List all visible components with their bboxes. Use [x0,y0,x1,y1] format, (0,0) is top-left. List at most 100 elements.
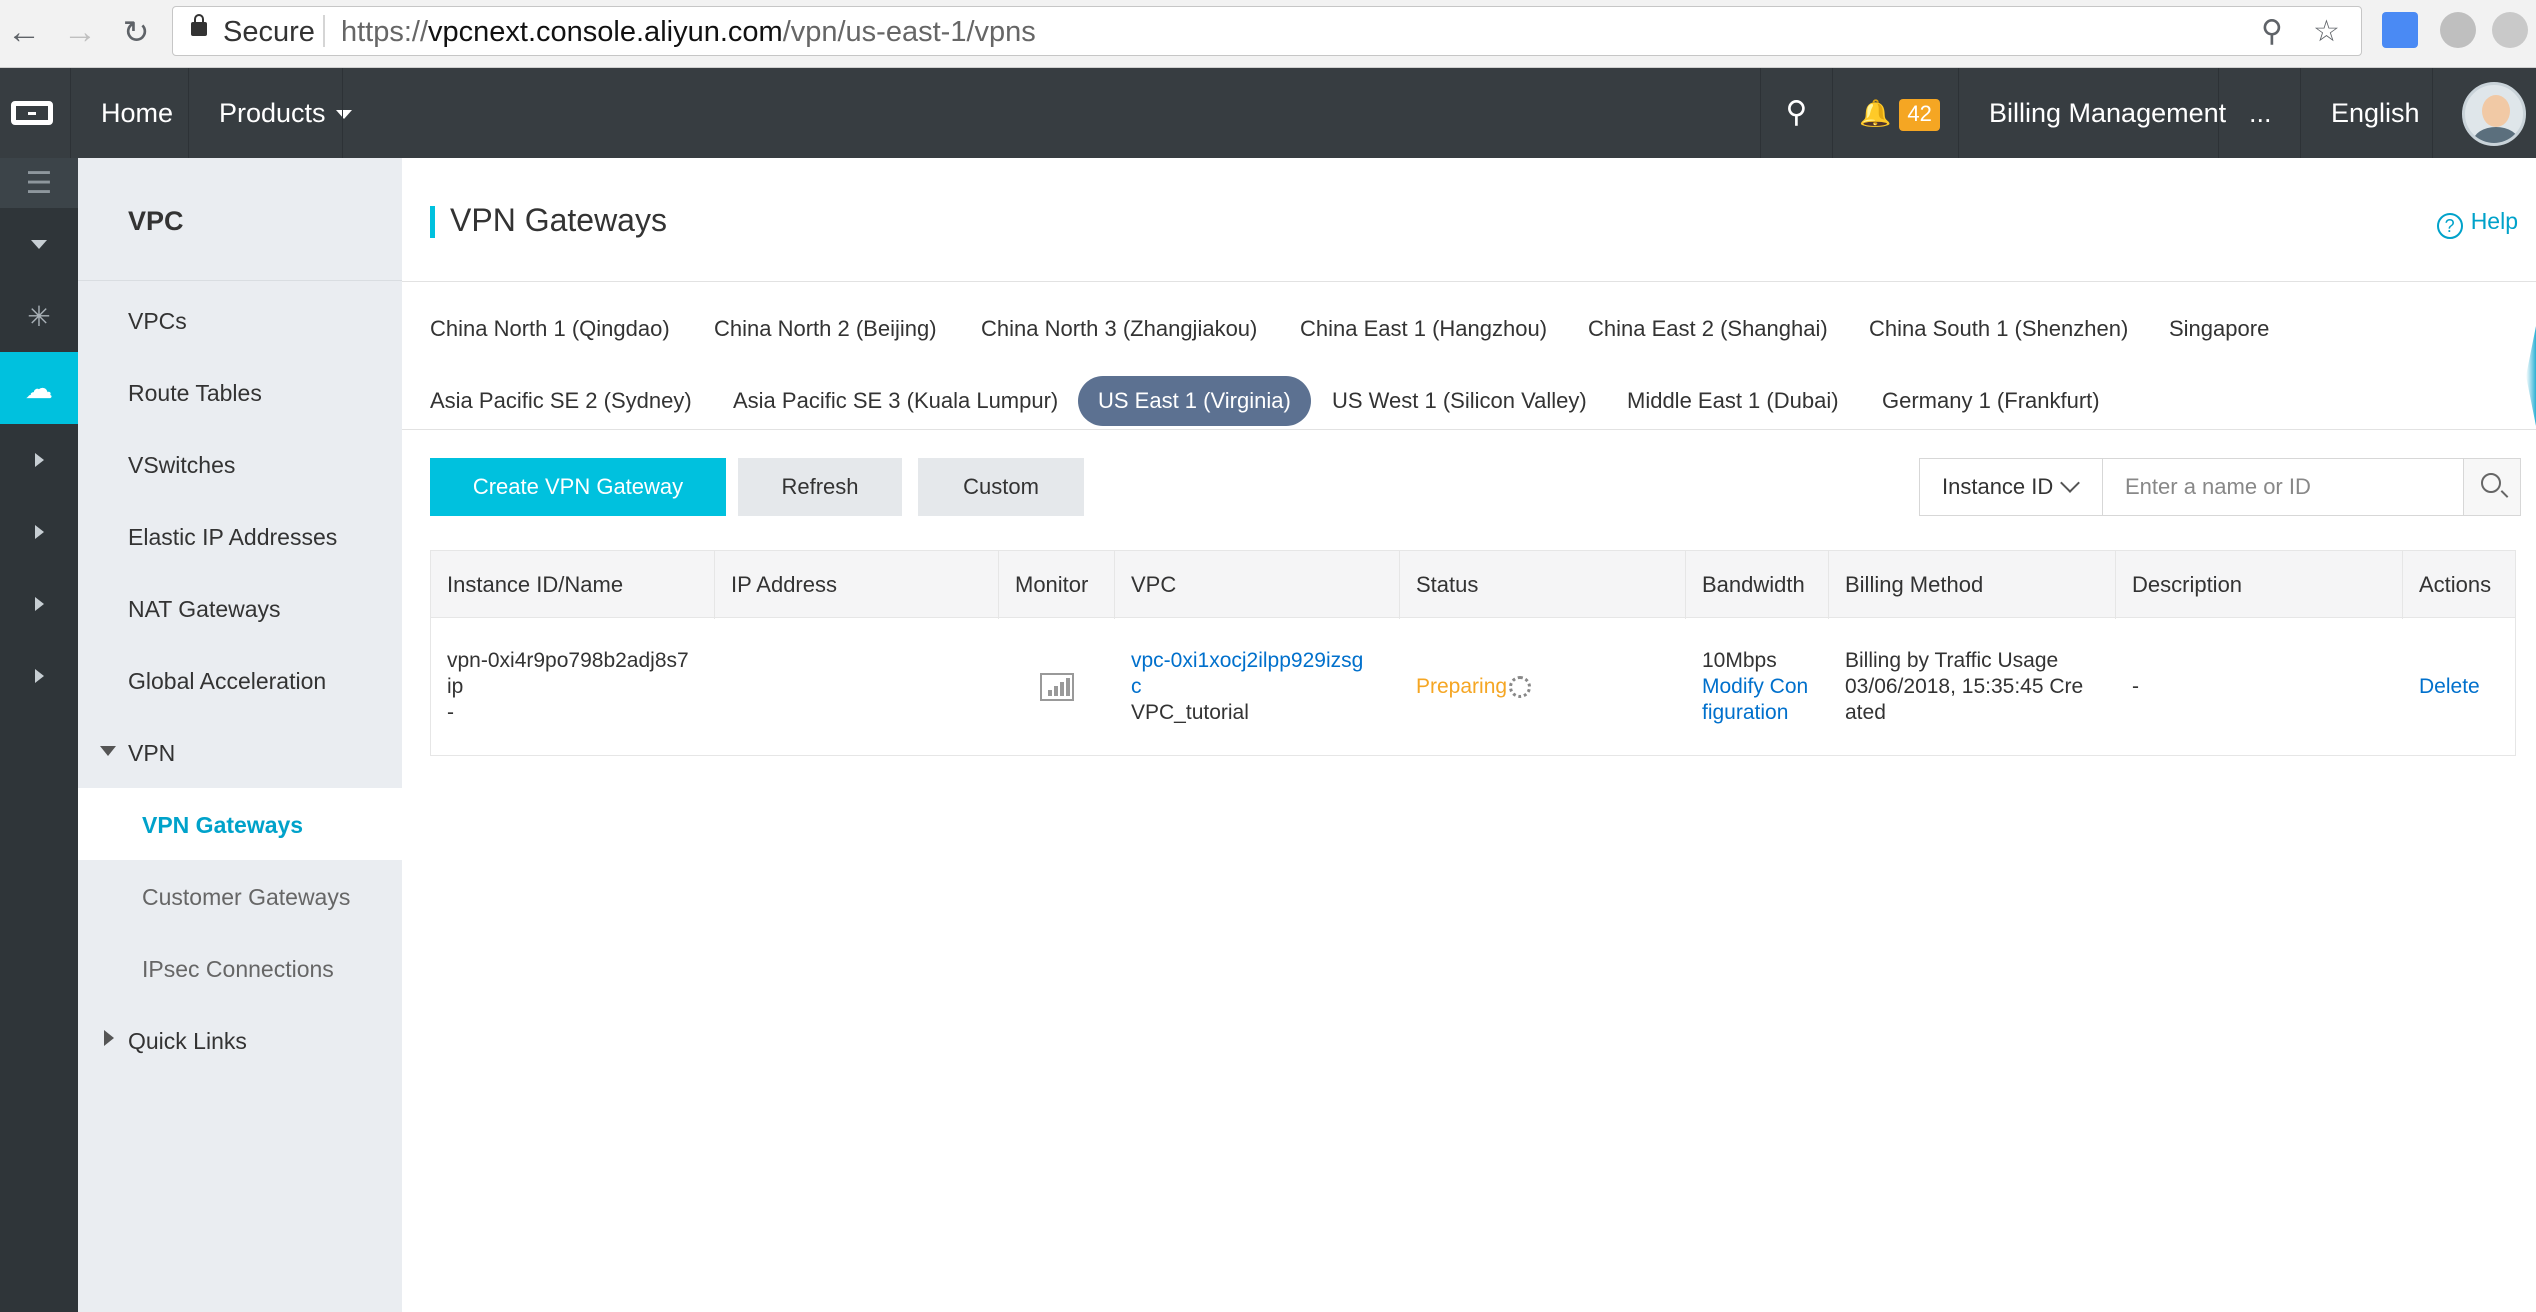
extension-icon[interactable] [2440,12,2476,48]
nav-language[interactable]: English [2300,68,2450,158]
profile-icon[interactable] [2492,12,2528,48]
col-actions: Actions [2419,572,2492,597]
region-singapore[interactable]: Singapore [2169,304,2269,354]
region-hangzhou[interactable]: China East 1 (Hangzhou) [1300,304,1547,354]
sidebar-item-vswitches[interactable]: VSwitches [128,452,235,479]
translate-extension-icon[interactable] [2382,12,2418,48]
rail-item-4[interactable] [0,640,78,712]
region-sydney[interactable]: Asia Pacific SE 2 (Sydney) [430,376,692,426]
cell-status: Preparing [1400,618,1686,756]
region-virginia[interactable]: US East 1 (Virginia) [1078,376,1311,426]
modify-configuration-link-line2[interactable]: figuration [1702,700,1829,726]
rail-item-3[interactable] [0,568,78,640]
notifications-button[interactable]: 🔔 42 [1832,68,1958,158]
table-header: Instance ID/Name IP Address Monitor VPC … [430,550,2516,619]
vpn-expanded-icon[interactable] [100,746,116,756]
vpc-id-link-line1[interactable]: vpc-0xi1xocj2ilpp929izsg [1131,648,1400,674]
search-icon[interactable]: ⚲ [1760,68,1832,158]
menu-toggle-icon[interactable]: ☰ [0,158,78,208]
search-input[interactable] [2102,458,2464,516]
description-value: - [2132,675,2139,698]
sidebar-group-vpn[interactable]: VPN [128,740,175,767]
main-content: VPN Gateways ? Help China North 1 (Qingda… [402,158,2536,1312]
monitor-chart-icon[interactable] [1040,673,1074,701]
rail-expand-button[interactable] [0,208,78,280]
nav-more[interactable]: ... [2218,68,2302,158]
vpc-id-link-line2[interactable]: c [1131,674,1400,700]
reload-icon[interactable]: ↻ [116,12,156,52]
billing-created-line1: 03/06/2018, 15:35:45 Cre [1845,675,2084,698]
sidebar-divider [78,280,402,281]
sidebar-item-eip[interactable]: Elastic IP Addresses [128,524,337,551]
avatar[interactable] [2462,82,2526,146]
cell-bandwidth: 10Mbps Modify Con figuration [1686,618,1829,756]
quick-links-collapsed-icon[interactable] [104,1030,114,1046]
rail-loading-icon[interactable]: ✳ [0,280,78,352]
instance-id-line2[interactable]: ip [447,674,715,700]
url-separator [323,15,325,47]
cell-description: - [2116,618,2403,756]
sidebar-item-ipsec[interactable]: IPsec Connections [142,956,334,983]
region-beijing[interactable]: China North 2 (Beijing) [714,304,937,354]
chevron-right-icon [34,669,44,683]
instance-name: - [447,701,454,724]
instance-id-line1[interactable]: vpn-0xi4r9po798b2adj8s7 [447,648,715,674]
forward-icon[interactable]: → [60,12,100,52]
cell-vpc: vpc-0xi1xocj2ilpp929izsg c VPC_tutorial [1115,618,1400,756]
console-top-nav: Home Products ⚲ 🔔 42 Billing Management .… [0,68,2536,158]
nav-billing[interactable]: Billing Management [1958,68,2256,158]
help-link[interactable]: ? Help [2436,208,2518,239]
refresh-button[interactable]: Refresh [738,458,902,516]
region-zhangjiakou[interactable]: China North 3 (Zhangjiakou) [981,304,1257,354]
url-path: /vpn/us-east-1/vpns [782,16,1036,48]
create-vpn-gateway-button[interactable]: Create VPN Gateway [430,458,726,516]
region-dubai[interactable]: Middle East 1 (Dubai) [1627,376,1839,426]
page-title: VPN Gateways [450,202,667,238]
sidebar-item-nat[interactable]: NAT Gateways [128,596,281,623]
notification-badge: 42 [1899,98,1940,131]
rail-item-2[interactable] [0,496,78,568]
search-icon [2481,473,2501,493]
sidebar-group-quick-links[interactable]: Quick Links [128,1028,247,1055]
chevron-right-icon [34,525,44,539]
modify-configuration-link-line1[interactable]: Modify Con [1702,674,1829,700]
rail-cloud-icon[interactable]: ☁ [0,352,78,424]
sidebar-item-global-acceleration[interactable]: Global Acceleration [128,668,326,695]
nav-more-label: ... [2249,98,2272,128]
rail-item-1[interactable] [0,424,78,496]
chevron-right-icon [34,453,44,467]
region-shanghai[interactable]: China East 2 (Shanghai) [1588,304,1828,354]
cell-monitor [999,618,1115,756]
nav-home-label: Home [101,98,174,128]
url-scheme: https:// [341,16,429,48]
sidebar-item-vpcs[interactable]: VPCs [128,308,187,335]
back-icon[interactable]: ← [4,12,44,52]
col-monitor: Monitor [999,551,1115,619]
search-type-select[interactable]: Instance ID [1919,458,2103,516]
region-silicon-valley[interactable]: US West 1 (Silicon Valley) [1332,376,1587,426]
bookmark-star-icon[interactable]: ☆ [2313,14,2340,49]
region-kuala-lumpur[interactable]: Asia Pacific SE 3 (Kuala Lumpur) [733,376,1058,426]
search-type-label: Instance ID [1942,474,2054,499]
sidebar-item-vpn-gateways[interactable]: VPN Gateways [142,812,303,839]
zoom-icon[interactable]: ⚲ [2261,14,2283,49]
bandwidth-value: 10Mbps [1702,649,1777,672]
nav-home[interactable]: Home [70,68,203,158]
search-button[interactable] [2463,458,2521,516]
address-bar[interactable]: Secure https://vpcnext.console.aliyun.co… [172,6,2362,56]
custom-button[interactable]: Custom [918,458,1084,516]
sidebar-item-customer-gateways[interactable]: Customer Gateways [142,884,350,911]
nav-spacer [342,68,1758,158]
cell-instance: vpn-0xi4r9po798b2adj8s7 ip - [431,618,715,756]
col-description: Description [2116,551,2403,619]
sidebar-item-route-tables[interactable]: Route Tables [128,380,262,407]
nav-language-label: English [2331,98,2420,128]
aliyun-logo-icon[interactable] [0,68,64,158]
url-text[interactable]: https://vpcnext.console.aliyun.com/vpn/u… [341,16,1036,49]
secure-label: Secure [223,16,315,48]
region-shenzhen[interactable]: China South 1 (Shenzhen) [1869,304,2128,354]
region-frankfurt[interactable]: Germany 1 (Frankfurt) [1882,376,2100,426]
delete-link[interactable]: Delete [2419,674,2517,700]
region-qingdao[interactable]: China North 1 (Qingdao) [430,304,670,354]
icon-rail: ☰ ✳ ☁ [0,158,78,1312]
